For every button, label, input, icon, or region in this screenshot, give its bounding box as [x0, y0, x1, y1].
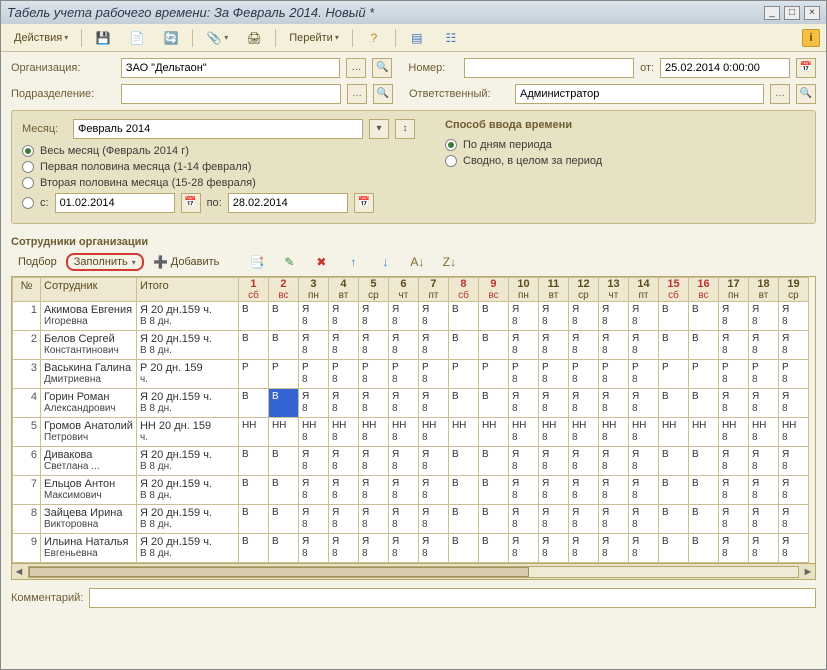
- reload-icon[interactable]: 🔄: [156, 27, 186, 49]
- to-label: по:: [207, 197, 222, 209]
- org-field[interactable]: [121, 58, 341, 78]
- table-row[interactable]: 7Ельцов АнтонМаксимовичЯ 20 дн.159 ч.В 8…: [13, 476, 809, 505]
- month-label: Месяц:: [22, 123, 67, 135]
- period-option-full[interactable]: Весь месяц (Февраль 2014 г): [22, 145, 415, 157]
- add-icon: ➕: [153, 254, 169, 270]
- maximize-button[interactable]: □: [784, 6, 800, 20]
- goto-label: Перейти: [289, 32, 333, 44]
- actions-label: Действия: [14, 32, 62, 44]
- mode-title: Способ ввода времени: [445, 119, 805, 131]
- schedule-icon[interactable]: ☷: [436, 27, 466, 49]
- header-form: Организация: … 🔍 Номер: от: 📅 Подразделе…: [1, 52, 826, 104]
- radio-icon: [22, 197, 34, 209]
- radio-icon: [22, 177, 34, 189]
- move-up-icon[interactable]: ↑: [338, 251, 368, 273]
- info-badge[interactable]: i: [802, 29, 820, 47]
- resp-search-button[interactable]: 🔍: [796, 84, 816, 104]
- chevron-down-icon: ▾: [335, 33, 339, 42]
- period-full-label: Весь месяц (Февраль 2014 г): [40, 145, 189, 157]
- timesheet-grid[interactable]: №СотрудникИтого1сб2вс3пн4вт5ср6чт7пт8сб9…: [11, 276, 816, 580]
- period-panel: Месяц: ▾ ↕ Весь месяц (Февраль 2014 г) П…: [11, 110, 816, 224]
- window-buttons: _ □ ×: [764, 6, 820, 20]
- dept-search-button[interactable]: 🔍: [373, 84, 393, 104]
- employees-section-title: Сотрудники организации: [1, 230, 826, 248]
- minimize-button[interactable]: _: [764, 6, 780, 20]
- actions-menu[interactable]: Действия ▾: [7, 29, 75, 47]
- copy-icon[interactable]: 📄: [122, 27, 152, 49]
- dept-label: Подразделение:: [11, 88, 115, 100]
- resp-select-button[interactable]: …: [770, 84, 790, 104]
- comment-row: Комментарий:: [1, 580, 826, 608]
- mode-daily-label: По дням периода: [463, 139, 552, 151]
- comment-field[interactable]: [89, 588, 816, 608]
- date-field[interactable]: [660, 58, 790, 78]
- radio-icon: [445, 155, 457, 167]
- chevron-down-icon: ▾: [132, 258, 136, 267]
- org-label: Организация:: [11, 62, 115, 74]
- number-label: Номер:: [408, 62, 458, 74]
- chevron-down-icon: ▾: [64, 33, 68, 42]
- table-row[interactable]: 1Акимова ЕвгенияИгоревнаЯ 20 дн.159 ч.В …: [13, 302, 809, 331]
- month-field[interactable]: [73, 119, 363, 139]
- dept-select-button[interactable]: …: [347, 84, 367, 104]
- save-icon[interactable]: 💾: [88, 27, 118, 49]
- from-label: с:: [40, 197, 49, 209]
- to-field[interactable]: [228, 193, 348, 213]
- table-row[interactable]: 4Горин РоманАлександровичЯ 20 дн.159 ч.В…: [13, 389, 809, 418]
- print-icon[interactable]: 🖨: [239, 27, 269, 49]
- radio-icon: [22, 145, 34, 157]
- attach-icon[interactable]: 📎▾: [199, 27, 235, 49]
- period-second-label: Вторая половина месяца (15-28 февраля): [40, 177, 256, 189]
- report-icon[interactable]: ▤: [402, 27, 432, 49]
- calendar-icon[interactable]: 📅: [354, 193, 374, 213]
- scroll-left-icon[interactable]: ◄: [12, 566, 26, 578]
- calendar-icon[interactable]: 📅: [796, 58, 816, 78]
- number-field[interactable]: [464, 58, 634, 78]
- goto-menu[interactable]: Перейти ▾: [282, 29, 346, 47]
- mode-summary-label: Сводно, в целом за период: [463, 155, 602, 167]
- org-search-button[interactable]: 🔍: [372, 58, 392, 78]
- sort-desc-icon[interactable]: Z↓: [434, 251, 464, 273]
- edit-row-icon[interactable]: ✎: [274, 251, 304, 273]
- period-first-label: Первая половина месяца (1-14 февраля): [40, 161, 251, 173]
- main-toolbar: Действия ▾ 💾 📄 🔄 📎▾ 🖨 Перейти ▾ ? ▤ ☷ i: [1, 24, 826, 52]
- titlebar: Табель учета рабочего времени: За Феврал…: [1, 1, 826, 24]
- org-select-button[interactable]: …: [346, 58, 366, 78]
- table-row[interactable]: 9Ильина НатальяЕвгеньевнаЯ 20 дн.159 ч.В…: [13, 534, 809, 563]
- period-option-second[interactable]: Вторая половина месяца (15-28 февраля): [22, 177, 415, 189]
- grid-toolbar: Подбор Заполнить ▾ ➕ Добавить 📑 ✎ ✖ ↑ ↓ …: [1, 248, 826, 276]
- mode-option-summary[interactable]: Сводно, в целом за период: [445, 155, 805, 167]
- pick-button[interactable]: Подбор: [11, 253, 64, 271]
- scroll-right-icon[interactable]: ►: [801, 566, 815, 578]
- from-field[interactable]: [55, 193, 175, 213]
- help-icon[interactable]: ?: [359, 27, 389, 49]
- resp-label: Ответственный:: [409, 88, 509, 100]
- calendar-icon[interactable]: 📅: [181, 193, 201, 213]
- table-row[interactable]: 2Белов СергейКонстантиновичЯ 20 дн.159 ч…: [13, 331, 809, 360]
- sort-asc-icon[interactable]: A↓: [402, 251, 432, 273]
- horizontal-scrollbar[interactable]: ◄ ►: [12, 563, 815, 579]
- dept-field[interactable]: [121, 84, 341, 104]
- comment-label: Комментарий:: [11, 592, 83, 604]
- move-down-icon[interactable]: ↓: [370, 251, 400, 273]
- table-row[interactable]: 8Зайцева ИринаВикторовнаЯ 20 дн.159 ч.В …: [13, 505, 809, 534]
- month-down-button[interactable]: ▾: [369, 119, 389, 139]
- resp-field[interactable]: [515, 84, 764, 104]
- table-row[interactable]: 5Громов АнатолийПетровичНН 20 дн. 159ч.Н…: [13, 418, 809, 447]
- table-row[interactable]: 3Васькина ГалинаДмитриевнаР 20 дн. 159ч.…: [13, 360, 809, 389]
- period-option-first[interactable]: Первая половина месяца (1-14 февраля): [22, 161, 415, 173]
- close-button[interactable]: ×: [804, 6, 820, 20]
- mode-option-daily[interactable]: По дням периода: [445, 139, 805, 151]
- radio-icon: [22, 161, 34, 173]
- delete-row-icon[interactable]: ✖: [306, 251, 336, 273]
- radio-icon: [445, 139, 457, 151]
- period-option-custom[interactable]: с: 📅 по: 📅: [22, 193, 415, 213]
- clone-row-icon[interactable]: 📑: [242, 251, 272, 273]
- date-label: от:: [640, 62, 654, 74]
- window-title: Табель учета рабочего времени: За Феврал…: [7, 5, 374, 20]
- fill-button[interactable]: Заполнить ▾: [66, 253, 144, 271]
- add-button[interactable]: ➕ Добавить: [146, 251, 227, 273]
- table-row[interactable]: 6ДиваковаСветлана ...Я 20 дн.159 ч.В 8 д…: [13, 447, 809, 476]
- month-step-button[interactable]: ↕: [395, 119, 415, 139]
